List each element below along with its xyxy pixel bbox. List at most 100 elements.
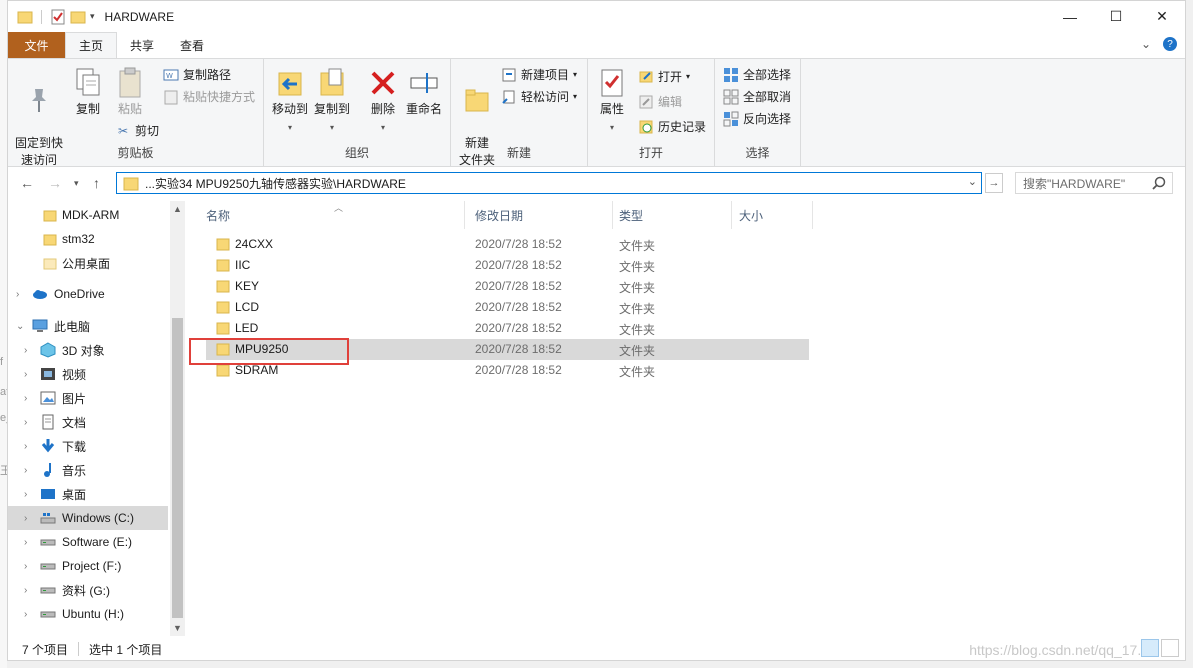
move-to-button[interactable]: 移动到 ▾ bbox=[270, 67, 310, 136]
delete-button[interactable]: 删除 ▾ bbox=[367, 67, 399, 136]
easy-access-button[interactable]: 轻松访问 ▾ bbox=[501, 88, 577, 105]
table-row[interactable]: LCD 2020/7/28 18:52 文件夹 bbox=[206, 297, 809, 318]
expand-down-icon[interactable]: ⌄ bbox=[16, 321, 24, 332]
paste-shortcut-label: 粘贴快捷方式 bbox=[183, 90, 256, 104]
nav-item[interactable]: 公用桌面 bbox=[8, 251, 168, 275]
back-arrow-icon[interactable]: ← bbox=[20, 175, 34, 191]
clipboard-group-label: 剪贴板 bbox=[117, 146, 154, 160]
drive-icon bbox=[40, 606, 56, 622]
select-all-button[interactable]: 全部选择 bbox=[723, 66, 791, 83]
nav-item[interactable]: › Software (E:) bbox=[8, 530, 168, 554]
new-item-button[interactable]: 新建项目 ▾ bbox=[501, 66, 577, 83]
select-none-button[interactable]: 全部取消 bbox=[723, 88, 791, 105]
rename-icon bbox=[410, 73, 438, 93]
expand-right-icon[interactable]: › bbox=[24, 417, 27, 428]
nav-item-label: Project (F:) bbox=[62, 559, 122, 573]
address-bar[interactable]: ...实验34 MPU9250九轴传感器实验\HARDWARE ⌄ bbox=[116, 172, 982, 194]
copy-button[interactable]: 复制 bbox=[70, 67, 106, 118]
invert-selection-button[interactable]: 反向选择 bbox=[723, 110, 791, 127]
properties-check-icon[interactable] bbox=[50, 9, 66, 25]
expand-right-icon[interactable]: › bbox=[24, 489, 27, 500]
column-date-label: 修改日期 bbox=[475, 208, 524, 223]
paste-shortcut-button[interactable]: 粘贴快捷方式 bbox=[163, 88, 255, 105]
nav-item[interactable]: MDK-ARM bbox=[8, 203, 168, 227]
file-date: 2020/7/28 18:52 bbox=[475, 342, 562, 356]
expand-right-icon[interactable]: › bbox=[24, 393, 27, 404]
cut-button[interactable]: ✂ 剪切 bbox=[115, 122, 159, 139]
expand-right-icon[interactable]: › bbox=[16, 289, 19, 300]
rename-button[interactable]: 重命名 bbox=[404, 67, 444, 118]
nav-item[interactable]: › OneDrive bbox=[8, 282, 168, 306]
tab-share[interactable]: 共享 bbox=[117, 32, 167, 58]
column-type[interactable]: 类型 bbox=[619, 201, 719, 229]
nav-item[interactable]: › 下载 bbox=[8, 434, 168, 458]
expand-right-icon[interactable]: › bbox=[24, 465, 27, 476]
nav-item[interactable]: ⌄ 此电脑 bbox=[8, 314, 168, 338]
nav-item-label: stm32 bbox=[62, 232, 95, 246]
open-button[interactable]: 打开 ▾ bbox=[638, 68, 690, 85]
details-view-icon[interactable] bbox=[1141, 639, 1159, 657]
new-folder-icon[interactable] bbox=[70, 9, 86, 25]
minimize-button[interactable]: — bbox=[1047, 1, 1093, 32]
search-icon bbox=[1152, 176, 1166, 190]
nav-item[interactable]: stm32 bbox=[8, 227, 168, 251]
tab-file[interactable]: 文件 bbox=[8, 32, 65, 58]
address-dropdown-icon[interactable]: ⌄ bbox=[968, 175, 977, 188]
scroll-up-icon[interactable]: ▲ bbox=[173, 204, 182, 214]
nav-item[interactable]: › Ubuntu (H:) bbox=[8, 602, 168, 626]
quick-access-dropdown-icon[interactable]: ▾ bbox=[90, 11, 95, 22]
scroll-thumb[interactable] bbox=[172, 318, 183, 618]
expand-right-icon[interactable]: › bbox=[24, 561, 27, 572]
column-divider[interactable] bbox=[612, 201, 613, 229]
nav-item[interactable]: › 音乐 bbox=[8, 458, 168, 482]
nav-item[interactable]: › 桌面 bbox=[8, 482, 168, 506]
expand-right-icon[interactable]: › bbox=[24, 537, 27, 548]
refresh-button[interactable]: → bbox=[985, 173, 1003, 193]
history-button[interactable]: 历史记录 bbox=[638, 118, 706, 135]
file-type: 文件夹 bbox=[619, 365, 656, 379]
table-row[interactable]: LED 2020/7/28 18:52 文件夹 bbox=[206, 318, 809, 339]
column-divider[interactable] bbox=[464, 201, 465, 229]
column-name[interactable]: 名称 bbox=[206, 201, 446, 229]
recent-dropdown-icon[interactable]: ▾ bbox=[74, 178, 79, 189]
table-row[interactable]: 24CXX 2020/7/28 18:52 文件夹 bbox=[206, 234, 809, 255]
forward-arrow-icon[interactable]: → bbox=[48, 175, 62, 191]
help-icon[interactable]: ? bbox=[1163, 37, 1177, 51]
column-divider[interactable] bbox=[812, 201, 813, 229]
ribbon-collapse-icon[interactable]: ⌄ bbox=[1141, 37, 1151, 51]
expand-right-icon[interactable]: › bbox=[24, 345, 27, 356]
expand-right-icon[interactable]: › bbox=[24, 369, 27, 380]
nav-scrollbar[interactable]: ▲ ▼ bbox=[170, 201, 185, 636]
column-size[interactable]: 大小 bbox=[739, 201, 799, 229]
table-row[interactable]: KEY 2020/7/28 18:52 文件夹 bbox=[206, 276, 809, 297]
scroll-down-icon[interactable]: ▼ bbox=[173, 623, 182, 633]
copy-to-button[interactable]: 复制到 ▾ bbox=[312, 67, 352, 136]
search-box[interactable]: 搜索"HARDWARE" bbox=[1015, 172, 1173, 194]
expand-right-icon[interactable]: › bbox=[24, 513, 27, 524]
close-button[interactable]: ✕ bbox=[1139, 1, 1185, 32]
properties-button[interactable]: 属性 ▾ bbox=[596, 67, 628, 136]
large-icons-view-icon[interactable] bbox=[1161, 639, 1179, 657]
history-icon bbox=[639, 120, 653, 133]
nav-item[interactable]: › Windows (C:) bbox=[8, 506, 168, 530]
expand-right-icon[interactable]: › bbox=[24, 441, 27, 452]
paste-button[interactable]: 粘贴 bbox=[114, 67, 146, 118]
tab-view[interactable]: 查看 bbox=[167, 32, 217, 58]
nav-item[interactable]: › 文档 bbox=[8, 410, 168, 434]
column-date[interactable]: 修改日期 bbox=[475, 201, 605, 229]
up-arrow-icon[interactable]: ↑ bbox=[93, 175, 100, 191]
nav-item-label: 3D 对象 bbox=[62, 343, 105, 358]
expand-right-icon[interactable]: › bbox=[24, 585, 27, 596]
nav-item[interactable]: › 图片 bbox=[8, 386, 168, 410]
table-row[interactable]: IIC 2020/7/28 18:52 文件夹 bbox=[206, 255, 809, 276]
nav-item[interactable]: › 3D 对象 bbox=[8, 338, 168, 362]
nav-item[interactable]: › Project (F:) bbox=[8, 554, 168, 578]
column-divider[interactable] bbox=[731, 201, 732, 229]
copy-path-button[interactable]: W 复制路径 bbox=[163, 66, 231, 83]
edit-button[interactable]: 编辑 bbox=[638, 93, 682, 110]
expand-right-icon[interactable]: › bbox=[24, 609, 27, 620]
nav-item[interactable]: › 视频 bbox=[8, 362, 168, 386]
maximize-button[interactable]: ☐ bbox=[1093, 1, 1139, 32]
tab-home[interactable]: 主页 bbox=[65, 32, 118, 58]
nav-item[interactable]: › 资料 (G:) bbox=[8, 578, 168, 602]
